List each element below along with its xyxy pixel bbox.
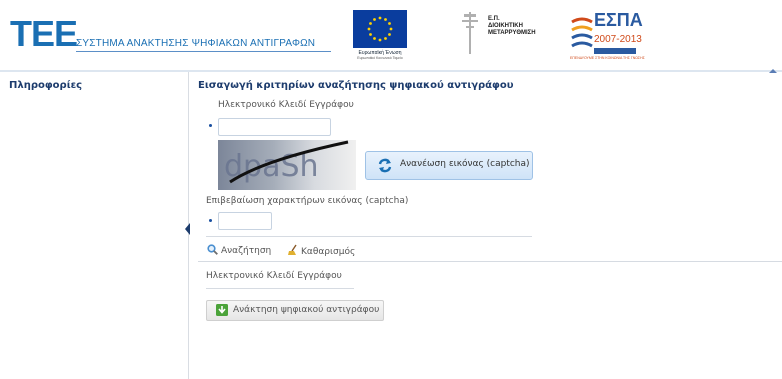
captcha-image: dpaSh bbox=[218, 140, 356, 190]
download-icon bbox=[216, 304, 228, 316]
refresh-icon bbox=[378, 158, 392, 173]
logo-underline bbox=[76, 51, 331, 52]
retrieve-copy-button[interactable]: Ανάκτηση ψηφιακού αντιγράφου bbox=[206, 300, 384, 321]
ep-line-3: ΜΕΤΑΡΡΥΘΜΙΣΗ bbox=[488, 30, 536, 36]
espa-years: 2007-2013 bbox=[594, 34, 642, 45]
clear-button[interactable]: Καθαρισμός bbox=[287, 244, 355, 257]
app-subtitle: ΣΥΣΤΗΜΑ ΑΝΑΚΤΗΣΗΣ ΨΗΦΙΑΚΩΝ ΑΝΤΙΓΡΑΦΩΝ bbox=[76, 38, 316, 49]
refresh-captcha-button[interactable]: Ανανέωση εικόνας (captcha) bbox=[365, 151, 533, 180]
result-key-label: Ηλεκτρονικό Κλειδί Εγγράφου bbox=[206, 271, 342, 281]
espa-stripes-icon bbox=[571, 17, 593, 48]
tee-logo[interactable]: ΤΕΕ bbox=[10, 16, 78, 52]
captcha-input[interactable] bbox=[218, 212, 272, 230]
header: ΤΕΕ ΣΥΣΤΗΜΑ ΑΝΑΚΤΗΣΗΣ ΨΗΦΙΑΚΩΝ ΑΝΤΙΓΡΑΦΩ… bbox=[0, 0, 782, 70]
retrieve-copy-label: Ανάκτηση ψηφιακού αντιγράφου bbox=[233, 305, 380, 315]
espa-logo: ΕΣΠΑ 2007-2013 ΕΠΕΝΔΥΟΥΜΕ ΣΤΗΝ ΚΟΙΝΩΝΙΑ … bbox=[570, 10, 650, 64]
corner-arrow-icon[interactable] bbox=[768, 68, 778, 74]
page-title: Εισαγωγή κριτηρίων αναζήτησης ψηφιακού α… bbox=[198, 80, 514, 91]
collapse-arrow-icon[interactable] bbox=[184, 222, 191, 236]
divider bbox=[206, 236, 532, 237]
divider bbox=[206, 288, 354, 289]
search-label: Αναζήτηση bbox=[221, 246, 272, 256]
search-icon bbox=[207, 244, 218, 255]
sidebar-title: Πληροφορίες bbox=[9, 80, 83, 91]
broom-icon bbox=[288, 244, 297, 255]
ep-line-1: Ε.Π. bbox=[488, 16, 500, 22]
captcha-input-label: Επιβεβαίωση χαρακτήρων εικόνας (captcha) bbox=[206, 196, 409, 206]
clear-label: Καθαρισμός bbox=[301, 247, 356, 257]
search-button[interactable]: Αναζήτηση bbox=[207, 244, 271, 256]
espa-word: ΕΣΠΑ bbox=[594, 10, 643, 30]
required-marker bbox=[209, 124, 212, 127]
key-label: Ηλεκτρονικό Κλειδί Εγγράφου bbox=[218, 100, 354, 110]
ep-logo: Ε.Π. ΔΙΟΙΚΗΤΙΚΗ ΜΕΤΑΡΡΥΘΜΙΣΗ bbox=[458, 8, 558, 63]
required-marker bbox=[209, 219, 212, 222]
ep-line-2: ΔΙΟΙΚΗΤΙΚΗ bbox=[488, 23, 523, 29]
espa-caption: ΕΠΕΝΔΥΟΥΜΕ ΣΤΗΝ ΚΟΙΝΩΝΙΑ ΤΗΣ ΓΝΩΣΗΣ bbox=[570, 56, 645, 60]
espa-bar bbox=[594, 48, 636, 54]
refresh-captcha-label: Ανανέωση εικόνας (captcha) bbox=[400, 159, 530, 169]
divider bbox=[198, 261, 782, 262]
ep-emblem-icon bbox=[462, 12, 478, 54]
eu-logo: Ευρωπαϊκή Ένωση Ευρωπαϊκό Κοινωνικό Ταμε… bbox=[353, 10, 407, 62]
eu-caption-small: Ευρωπαϊκό Κοινωνικό Ταμείο bbox=[357, 56, 403, 60]
eu-flag-icon bbox=[353, 10, 407, 48]
sidebar: Πληροφορίες bbox=[0, 72, 189, 379]
document-key-input[interactable] bbox=[218, 118, 331, 136]
